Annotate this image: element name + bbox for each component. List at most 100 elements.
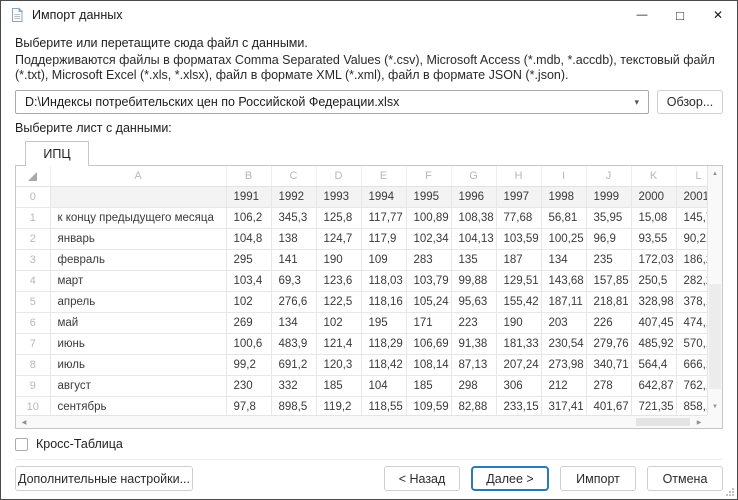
minimize-icon[interactable]: — (623, 1, 661, 29)
vertical-scroll-thumb[interactable] (709, 284, 721, 389)
title-bar: Импорт данных — □ ✕ (1, 1, 737, 29)
back-button[interactable]: < Назад (384, 466, 460, 491)
cell: 185 (406, 375, 451, 396)
col-header-B: B (226, 166, 271, 186)
cancel-button[interactable]: Отмена (647, 466, 723, 491)
scroll-down-icon[interactable]: ▼ (708, 400, 722, 414)
cell: 172,03 (631, 249, 676, 270)
cell: 171 (406, 312, 451, 333)
row-number: 2 (16, 228, 50, 249)
row-label: июнь (50, 333, 226, 354)
window-title: Импорт данных (32, 8, 122, 22)
cell: 666,18 (676, 354, 707, 375)
cross-table-checkbox[interactable] (15, 438, 28, 451)
cross-table-option[interactable]: Кросс-Таблица (15, 437, 723, 451)
next-button[interactable]: Далее > (471, 466, 549, 491)
row-label: июль (50, 354, 226, 375)
cell: 121,4 (316, 333, 361, 354)
footer-divider (15, 459, 723, 460)
cell: 56,81 (541, 207, 586, 228)
scrollbar-corner (707, 415, 722, 428)
sheet-grid[interactable]: ABCDEFGHIJKL0199119921993199419951996199… (16, 166, 707, 415)
cell: 157,85 (586, 270, 631, 291)
select-all-triangle-icon (28, 172, 37, 181)
cell: 102 (316, 312, 361, 333)
scroll-right-icon[interactable]: ▶ (692, 416, 706, 428)
cell: 118,16 (361, 291, 406, 312)
table-row: 3февраль295141190109283135187134235172,0… (16, 249, 707, 270)
cell: 103,79 (406, 270, 451, 291)
cell: 134 (271, 312, 316, 333)
col-header-H: H (496, 166, 541, 186)
table-row: 0199119921993199419951996199719981999200… (16, 186, 707, 207)
cell: 104 (361, 375, 406, 396)
cell: 181,33 (496, 333, 541, 354)
cross-table-label[interactable]: Кросс-Таблица (36, 437, 123, 451)
cell: 218,81 (586, 291, 631, 312)
row-number: 8 (16, 354, 50, 375)
dropdown-arrow-icon[interactable]: ▾ (628, 97, 639, 108)
table-row: 10сентябрь97,8898,5119,2118,55109,5982,8… (16, 396, 707, 415)
cell: 306 (496, 375, 541, 396)
cell: 223 (451, 312, 496, 333)
file-path-combobox[interactable]: D:\Индексы потребительских цен по Россий… (15, 90, 649, 114)
row-label: апрель (50, 291, 226, 312)
cell: 564,4 (631, 354, 676, 375)
cell: 378,19 (676, 291, 707, 312)
browse-button[interactable]: Обзор... (657, 90, 723, 114)
cell: 106,69 (406, 333, 451, 354)
col-header-D: D (316, 166, 361, 186)
cell: 96,9 (586, 228, 631, 249)
cell: 298 (451, 375, 496, 396)
row-number: 4 (16, 270, 50, 291)
table-row: 9август230332185104185298306212278642,87… (16, 375, 707, 396)
cell: 102 (226, 291, 271, 312)
cell: 279,76 (586, 333, 631, 354)
col-header-K: K (631, 166, 676, 186)
sheet-preview-panel[interactable]: ABCDEFGHIJKL0199119921993199419951996199… (15, 165, 723, 429)
cell: 2000 (631, 186, 676, 207)
cell: 212 (541, 375, 586, 396)
cell: 118,42 (361, 354, 406, 375)
cell: 1995 (406, 186, 451, 207)
cell: 187,11 (541, 291, 586, 312)
resize-grip-icon[interactable] (725, 487, 735, 497)
cell: 99,88 (451, 270, 496, 291)
cell: 97,8 (226, 396, 271, 415)
table-row: 2январь104,8138124,7117,9102,34104,13103… (16, 228, 707, 249)
cell: 77,68 (496, 207, 541, 228)
scroll-up-icon[interactable]: ▲ (708, 167, 722, 181)
cell: 91,38 (451, 333, 496, 354)
cell: 99,2 (226, 354, 271, 375)
maximize-icon[interactable]: □ (661, 1, 699, 29)
col-header-I: I (541, 166, 586, 186)
cell: 230,54 (541, 333, 586, 354)
horizontal-scrollbar[interactable]: ◀ ▶ (16, 415, 707, 428)
cell: 135 (451, 249, 496, 270)
row-label: май (50, 312, 226, 333)
cell: 235 (586, 249, 631, 270)
cell: 69,3 (271, 270, 316, 291)
table-row: 5апрель102276,6122,5118,16105,2495,63155… (16, 291, 707, 312)
close-icon[interactable]: ✕ (699, 1, 737, 29)
advanced-settings-button[interactable]: Дополнительные настройки... (15, 466, 193, 491)
horizontal-scroll-thumb[interactable] (636, 418, 690, 426)
cell: 125,8 (316, 207, 361, 228)
row-number: 7 (16, 333, 50, 354)
cell: 207,24 (496, 354, 541, 375)
cell: 203 (541, 312, 586, 333)
import-button[interactable]: Импорт (560, 466, 636, 491)
cell: 95,63 (451, 291, 496, 312)
cell: 102,34 (406, 228, 451, 249)
vertical-scrollbar[interactable]: ▲ ▼ (707, 166, 722, 415)
cell: 87,13 (451, 354, 496, 375)
row-number: 10 (16, 396, 50, 415)
col-header-E: E (361, 166, 406, 186)
cell: 1993 (316, 186, 361, 207)
col-header-L: L (676, 166, 707, 186)
cell: 273,98 (541, 354, 586, 375)
cell: 345,3 (271, 207, 316, 228)
document-icon (9, 7, 25, 23)
scroll-left-icon[interactable]: ◀ (17, 416, 31, 428)
tab-ipc[interactable]: ИПЦ (25, 141, 89, 166)
